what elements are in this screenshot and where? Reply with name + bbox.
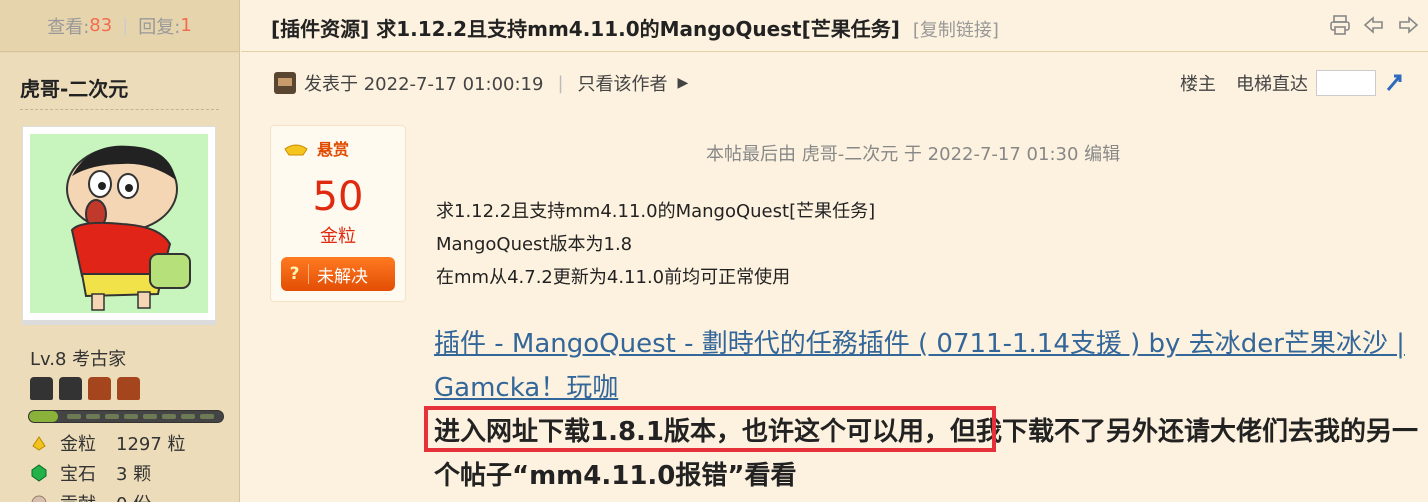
mangoquest-link[interactable]: 插件 - MangoQuest - 劃時代的任務插件 ( 0711-1.14支援… (434, 322, 1414, 410)
level-bar-segment (86, 414, 100, 419)
stats-divider: | (122, 15, 129, 36)
author-sidebar: 查看: 83 | 回复: 1 虎哥-二次元 Lv.8 考古家 金粒 1297 粒… (0, 0, 240, 502)
helmet-badge-icon[interactable] (30, 377, 53, 400)
leather-helmet-badge-icon[interactable] (88, 377, 111, 400)
replies-label: 回复: (138, 16, 181, 38)
post-line: MangoQuest版本为1.8 (436, 234, 633, 255)
thread-stats: 查看: 83 | 回复: 1 (0, 0, 239, 52)
only-author-link[interactable]: 只看该作者 (578, 70, 668, 96)
prop-value: 3 颗 (116, 464, 152, 485)
unsolved-status-button[interactable]: ? 未解决 (281, 257, 395, 291)
status-label: 未解决 (317, 266, 368, 287)
level-progress-bar (28, 410, 224, 423)
level-progress-fill (29, 411, 59, 422)
floor-info: 楼主 电梯直达 (1180, 70, 1408, 96)
avatar[interactable] (22, 126, 216, 321)
bounty-box: 悬赏 50 金粒 ? 未解决 (270, 125, 406, 302)
play-triangle-icon[interactable]: ▶ (678, 75, 689, 91)
post-time: 发表于 2022-7-17 01:00:19 (304, 74, 544, 95)
level-bar-segment (200, 414, 214, 419)
author-username[interactable]: 虎哥-二次元 (20, 73, 128, 102)
post-line: 在mm从4.7.2更新为4.11.0前均可正常使用 (436, 267, 791, 288)
gold-ingot-icon (284, 144, 308, 156)
level-bar-segment (67, 414, 81, 419)
highlighted-text: 进入网址下载1.8.1版本，也许这个可以用， (434, 417, 951, 447)
post-line: 求1.12.2且支持mm4.11.0的MangoQuest[芒果任务] (436, 201, 876, 222)
medal-list (30, 377, 140, 400)
edit-notice: 本帖最后由 虎哥-二次元 于 2022-7-17 01:30 编辑 (706, 144, 1121, 165)
jump-arrow-icon[interactable] (1384, 70, 1408, 96)
question-icon: ? (281, 264, 309, 284)
level-bar-segment (105, 414, 119, 419)
level-bar-segment (181, 414, 195, 419)
prop-label: 宝石 (60, 464, 96, 485)
bounty-amount: 50 (312, 174, 364, 220)
post-meta: 发表于 2022-7-17 01:00:19 | 只看该作者 ▶ (274, 70, 688, 96)
author-info: 虎哥-二次元 Lv.8 考古家 金粒 1297 粒 宝石 3 颗 (0, 53, 239, 502)
author-mini-avatar-icon[interactable] (274, 72, 296, 94)
cartoon-boy-avatar-icon (30, 134, 208, 313)
gold-nugget-icon (32, 436, 46, 451)
floor-jump-input[interactable] (1316, 70, 1376, 96)
views-label: 查看: (47, 16, 90, 38)
avatar-shadow (22, 321, 216, 325)
prop-label: 贡献 (60, 490, 116, 502)
helmet-badge-icon[interactable] (59, 377, 82, 400)
copy-link-button[interactable]: [复制链接] (913, 20, 999, 41)
replies-count: 1 (180, 15, 192, 36)
thread-title: [插件资源] 求1.12.2且支持mm4.11.0的MangoQuest[芒果任… (271, 13, 999, 42)
thread-title-text: [插件资源] 求1.12.2且支持mm4.11.0的MangoQuest[芒果任… (271, 17, 900, 41)
post-body: 求1.12.2且支持mm4.11.0的MangoQuest[芒果任务] Mang… (436, 195, 875, 294)
level-bar-segment (162, 414, 176, 419)
prop-value: 1297 粒 (116, 434, 186, 455)
print-icon[interactable] (1328, 13, 1352, 37)
avatar-image (30, 134, 208, 313)
contribution-icon (31, 495, 47, 502)
bold-note: 进入网址下载1.8.1版本，也许这个可以用，但我下载不了另外还请大佬们去我的另一… (434, 410, 1424, 498)
prop-contribution: 贡献 0 份 (30, 490, 151, 502)
emerald-icon (31, 464, 47, 482)
sidebar-divider (20, 109, 219, 110)
header-actions (1328, 13, 1420, 37)
prop-value: 0 份 (116, 490, 151, 502)
floor-label: 楼主 (1180, 74, 1216, 95)
previous-thread-icon[interactable] (1362, 13, 1386, 37)
bounty-unit: 金粒 (320, 226, 356, 247)
level-bar-segment (143, 414, 157, 419)
thread-header: [插件资源] 求1.12.2且支持mm4.11.0的MangoQuest[芒果任… (241, 0, 1428, 52)
level-bar-segment (124, 414, 138, 419)
bounty-tag-label: 悬赏 (317, 140, 350, 159)
bounty-tag: 悬赏 (283, 136, 349, 160)
leather-helmet-badge-icon[interactable] (117, 377, 140, 400)
prop-gem: 宝石 3 颗 (30, 460, 151, 486)
views-count: 83 (89, 15, 113, 36)
next-thread-icon[interactable] (1396, 13, 1420, 37)
user-level[interactable]: Lv.8 考古家 (30, 345, 126, 371)
jump-label: 电梯直达 (1236, 74, 1308, 95)
prop-gold: 金粒 1297 粒 (30, 430, 186, 456)
meta-divider: | (557, 72, 564, 94)
prop-label: 金粒 (60, 434, 96, 455)
